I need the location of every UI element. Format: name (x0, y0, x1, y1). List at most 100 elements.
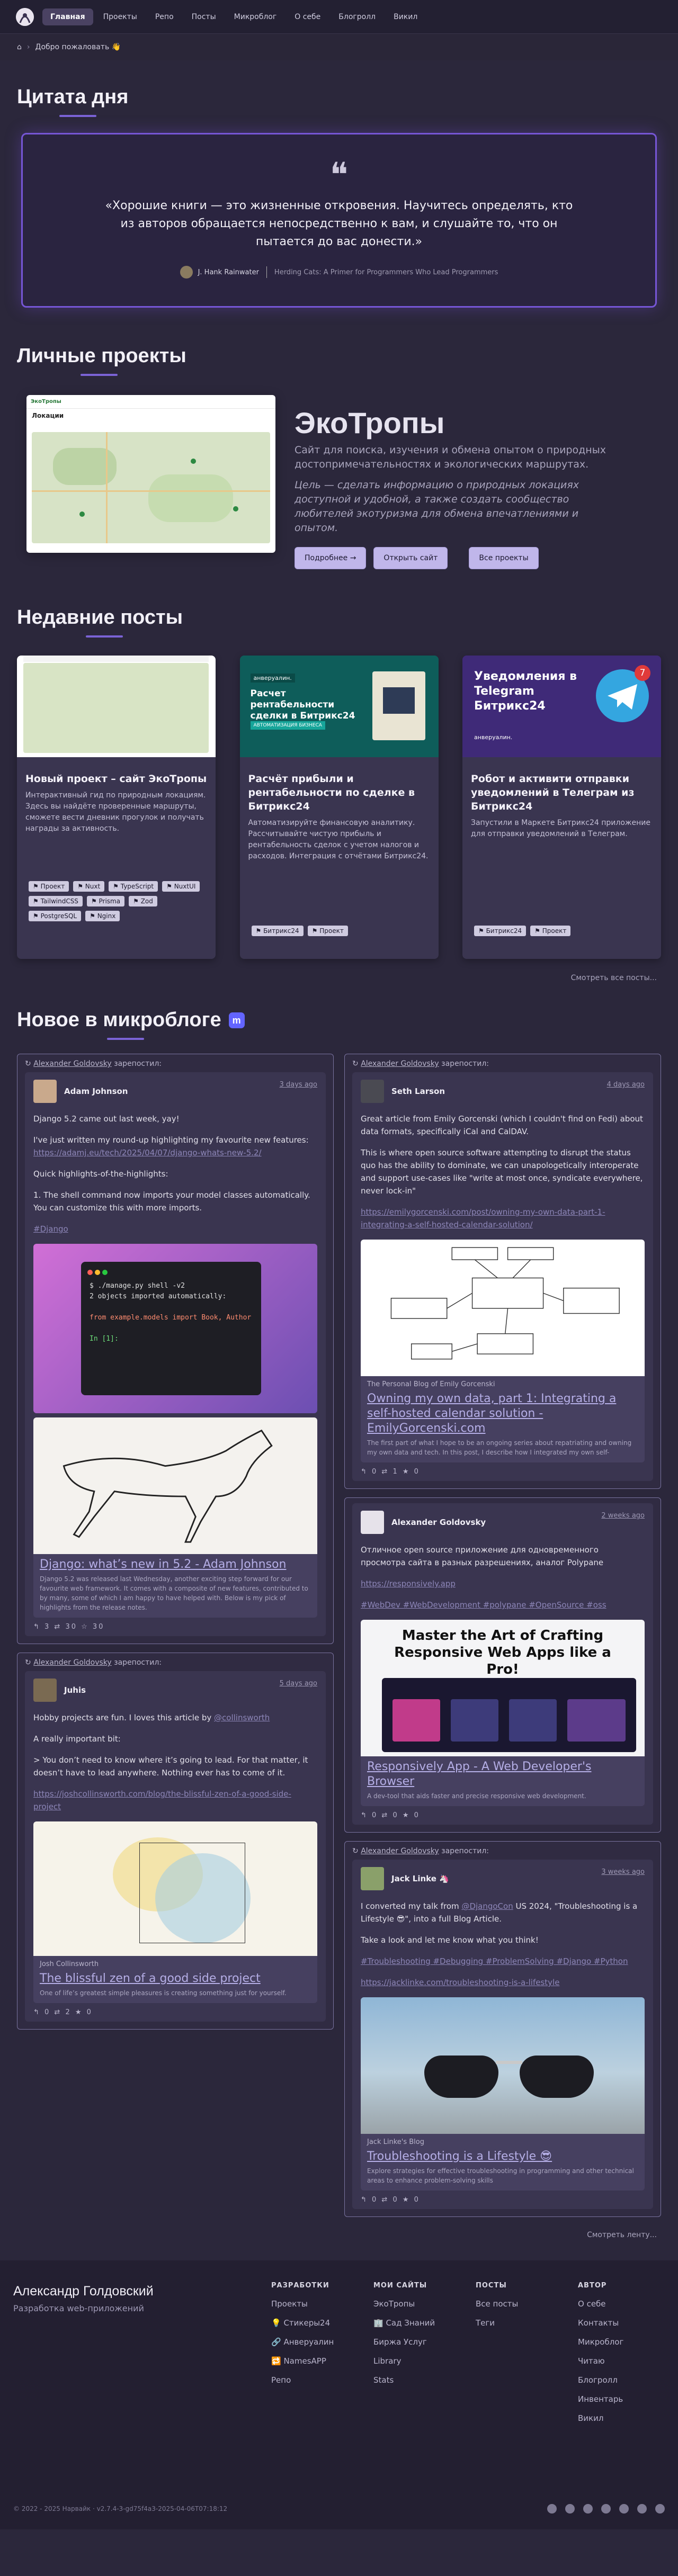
post-author[interactable]: Juhis (64, 1685, 86, 1695)
footer-link[interactable]: Инвентарь (578, 2394, 678, 2404)
post-title[interactable]: Расчёт прибыли и рентабельности по сделк… (248, 772, 430, 813)
footer-link[interactable]: Контакты (578, 2318, 678, 2328)
post-author[interactable]: Adam Johnson (64, 1087, 128, 1096)
post-image[interactable]: $ ./manage.py shell -v2 2 objects importe… (33, 1244, 317, 1413)
nav-about[interactable]: О себе (287, 8, 328, 25)
post-date[interactable]: 4 days ago (607, 1081, 645, 1089)
theme-toggle-icon[interactable] (655, 2504, 665, 2514)
tag[interactable]: ⚑ Битрикс24 (251, 926, 304, 936)
post-title[interactable]: Новый проект – сайт ЭкоТропы (25, 772, 207, 786)
rss-icon[interactable] (637, 2504, 647, 2514)
project-more-button[interactable]: Подробнее → (295, 547, 367, 569)
link-title[interactable]: The blissful zen of a good side project (33, 1968, 317, 1986)
footer-link[interactable]: Проекты (271, 2299, 373, 2309)
vk-icon[interactable] (583, 2504, 593, 2514)
nav-blogroll[interactable]: Блогролл (331, 8, 383, 25)
post-stats[interactable]: ↰ 3 ⇄ 30 ☆ 30 (33, 1623, 317, 1631)
tag[interactable]: ⚑ Nginx (85, 911, 120, 921)
mention-link[interactable]: @DjangoCon (461, 1901, 513, 1911)
reposter-link[interactable]: Alexander Goldovsky (33, 1060, 112, 1068)
hashtag[interactable]: #Django (33, 1224, 68, 1234)
logo[interactable] (16, 7, 34, 26)
post-author[interactable]: Seth Larson (391, 1087, 445, 1096)
avatar[interactable] (361, 1080, 384, 1103)
link-preview[interactable]: The Personal Blog of Emily Gorcenski Own… (361, 1240, 645, 1462)
post-link[interactable]: https://emilygorcenski.com/post/owning-m… (361, 1207, 605, 1229)
post-stats[interactable]: ↰ 0 ⇄ 0 ★ 0 (361, 2196, 645, 2204)
post-stats[interactable]: ↰ 0 ⇄ 2 ★ 0 (33, 2008, 317, 2016)
post-stats[interactable]: ↰ 0 ⇄ 0 ★ 0 (361, 1811, 645, 1819)
link-title[interactable]: Responsively App - A Web Developer's Bro… (361, 1756, 645, 1789)
project-title[interactable]: ЭкоТропы (295, 406, 623, 440)
avatar[interactable] (33, 1080, 57, 1103)
all-posts-link[interactable]: Смотреть все посты... (17, 974, 661, 982)
nav-wiki[interactable]: Викил (386, 8, 425, 25)
link-title[interactable]: Troubleshooting is a Lifestyle 😎 (361, 2146, 645, 2164)
link-preview[interactable]: Jack Linke's Blog Troubleshooting is a L… (361, 1997, 645, 2191)
footer-link[interactable]: 🏢 Сад Знаний (373, 2318, 476, 2328)
post-link[interactable]: https://jacklinke.com/troubleshooting-is… (361, 1978, 559, 1987)
project-open-button[interactable]: Открыть сайт (373, 547, 448, 569)
footer-link[interactable]: Биржа Услуг (373, 2337, 476, 2347)
post-date[interactable]: 3 days ago (280, 1081, 317, 1089)
post-card[interactable]: анверуалин. Расчет рентабельности сделки… (239, 656, 439, 959)
post-author[interactable]: Alexander Goldovsky (391, 1518, 486, 1527)
tag[interactable]: ⚑ Проект (307, 926, 348, 936)
reposter-link[interactable]: Alexander Goldovsky (361, 1060, 439, 1068)
footer-link[interactable]: Микроблог (578, 2337, 678, 2347)
post-stats[interactable]: ↰ 0 ⇄ 1 ★ 0 (361, 1468, 645, 1476)
footer-link[interactable]: Репо (271, 2375, 373, 2385)
post-link[interactable]: https://joshcollinsworth.com/blog/the-bl… (33, 1789, 291, 1811)
mention-link[interactable]: @collinsworth (214, 1713, 270, 1722)
footer-link[interactable]: Читаю (578, 2356, 678, 2366)
github-icon[interactable] (619, 2504, 629, 2514)
footer-link[interactable]: ЭкоТропы (373, 2299, 476, 2309)
tag[interactable]: ⚑ Битрикс24 (474, 926, 527, 936)
avatar[interactable] (33, 1679, 57, 1702)
nav-home[interactable]: Главная (42, 8, 93, 25)
link-title[interactable]: Django: what’s new in 5.2 - Adam Johnson (33, 1554, 317, 1572)
footer-link[interactable]: 🔗 Анверуалин (271, 2337, 373, 2347)
avatar[interactable] (361, 1511, 384, 1534)
footer-link[interactable]: Library (373, 2356, 476, 2366)
tag[interactable]: ⚑ Prisma (86, 896, 125, 906)
footer-link[interactable]: Все посты (476, 2299, 578, 2309)
tag[interactable]: ⚑ Проект (530, 926, 571, 936)
link-preview[interactable]: Master the Art of Crafting Responsive We… (361, 1620, 645, 1806)
tag[interactable]: ⚑ TypeScript (109, 881, 158, 892)
post-date[interactable]: 3 weeks ago (601, 1868, 645, 1876)
email-icon[interactable] (565, 2504, 575, 2514)
footer-link[interactable]: Stats (373, 2375, 476, 2385)
all-projects-button[interactable]: Все проекты (469, 547, 539, 569)
hashtags[interactable]: #WebDev #WebDevelopment #polypane #OpenS… (361, 1600, 606, 1610)
post-date[interactable]: 5 days ago (280, 1680, 317, 1688)
footer-link[interactable]: Теги (476, 2318, 578, 2328)
tag[interactable]: ⚑ NuxtUI (162, 881, 200, 892)
nav-posts[interactable]: Посты (184, 8, 224, 25)
post-link[interactable]: https://responsively.app (361, 1579, 456, 1588)
link-preview[interactable]: Django: what’s new in 5.2 - Adam Johnson… (33, 1417, 317, 1618)
footer-link[interactable]: О себе (578, 2299, 678, 2309)
home-icon[interactable]: ⌂ (17, 43, 22, 51)
tag[interactable]: ⚑ Nuxt (73, 881, 105, 892)
post-author[interactable]: Jack Linke 🦄 (391, 1874, 449, 1883)
reposter-link[interactable]: Alexander Goldovsky (361, 1847, 439, 1855)
project-screenshot[interactable]: ЭкоТропы Локации (26, 395, 275, 553)
footer-link[interactable]: Викил (578, 2413, 678, 2423)
tag[interactable]: ⚑ Zod (129, 896, 157, 906)
tag[interactable]: ⚑ TailwindCSS (29, 896, 83, 906)
tag[interactable]: ⚑ Проект (29, 881, 69, 892)
mastodon-icon[interactable] (601, 2504, 611, 2514)
link-title[interactable]: Owning my own data, part 1: Integrating … (361, 1388, 645, 1436)
post-link[interactable]: https://adamj.eu/tech/2025/04/07/django-… (33, 1148, 262, 1157)
hashtags[interactable]: #Troubleshooting #Debugging #ProblemSolv… (361, 1956, 628, 1966)
microblog-feed-link[interactable]: Смотреть ленту... (17, 2231, 661, 2239)
nav-repo[interactable]: Репо (147, 8, 182, 25)
nav-projects[interactable]: Проекты (95, 8, 145, 25)
post-date[interactable]: 2 weeks ago (601, 1512, 645, 1520)
nav-microblog[interactable]: Микроблог (226, 8, 285, 25)
post-title[interactable]: Робот и активити отправки уведомлений в … (471, 772, 653, 813)
footer-link[interactable]: 🔁 NamesAPP (271, 2356, 373, 2366)
link-preview[interactable]: Josh Collinsworth The blissful zen of a … (33, 1821, 317, 2003)
telegram-icon[interactable] (547, 2504, 557, 2514)
